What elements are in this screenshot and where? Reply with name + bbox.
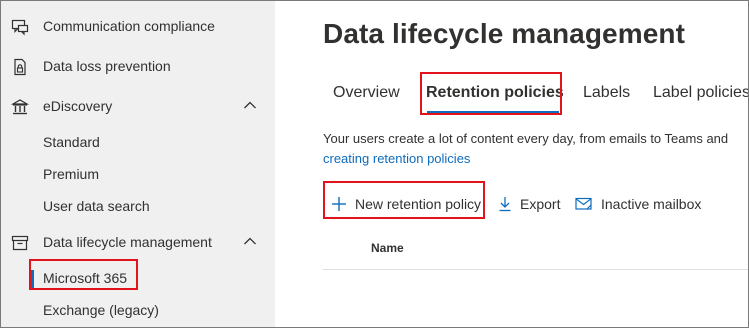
page-title: Data lifecycle management (323, 18, 685, 49)
sidebar-item-label: Communication compliance (43, 18, 215, 34)
creating-retention-policies-link[interactable]: creating retention policies (323, 151, 470, 166)
export-label: Export (520, 196, 561, 212)
tab-label-policies[interactable]: Label policies (653, 84, 748, 102)
main-content: Data lifecycle management Overview Reten… (275, 1, 748, 327)
sidebar-subitem-label: Standard (43, 134, 100, 150)
sidebar-subitem-standard[interactable]: Standard (1, 127, 275, 157)
inactive-mailbox-button[interactable]: Inactive mailbox (575, 194, 701, 214)
sidebar-item-label: Data lifecycle management (43, 234, 212, 250)
highlight-box-retention-policies (420, 72, 562, 115)
sidebar: Communication compliance Data loss preve… (1, 1, 275, 327)
highlight-box-new-retention-policy (323, 181, 485, 219)
sidebar-subitem-label: Exchange (legacy) (43, 302, 159, 318)
sidebar-subitem-exchange-legacy[interactable]: Exchange (legacy) (1, 295, 275, 325)
app-window: Communication compliance Data loss preve… (0, 0, 749, 328)
inactive-mailbox-label: Inactive mailbox (601, 196, 702, 212)
data-lifecycle-icon (11, 235, 29, 251)
mail-icon (575, 197, 592, 210)
column-header-name[interactable]: Name (371, 241, 404, 255)
sidebar-subitem-label: User data search (43, 198, 150, 214)
ediscovery-icon (11, 99, 29, 115)
chevron-up-icon[interactable] (243, 236, 257, 246)
sidebar-subitem-premium[interactable]: Premium (1, 159, 275, 189)
tab-labels[interactable]: Labels (583, 84, 630, 102)
sidebar-item-data-lifecycle-management[interactable]: Data lifecycle management (1, 226, 275, 258)
communication-compliance-icon (11, 19, 29, 36)
sidebar-item-label: Data loss prevention (43, 58, 171, 74)
table-header-divider (323, 269, 748, 270)
highlight-box-microsoft-365 (29, 259, 138, 290)
sidebar-item-label: eDiscovery (43, 98, 113, 114)
download-icon (499, 197, 511, 212)
sidebar-subitem-label: Premium (43, 166, 100, 182)
sidebar-item-ediscovery[interactable]: eDiscovery (1, 90, 275, 122)
page-description: Your users create a lot of content every… (323, 131, 729, 146)
tab-overview[interactable]: Overview (333, 84, 400, 102)
sidebar-subitem-user-data-search[interactable]: User data search (1, 191, 275, 221)
data-loss-prevention-icon (14, 58, 26, 76)
sidebar-item-data-loss-prevention[interactable]: Data loss prevention (1, 50, 275, 82)
chevron-up-icon[interactable] (243, 100, 257, 110)
export-button[interactable]: Export (498, 194, 560, 214)
sidebar-item-communication-compliance[interactable]: Communication compliance (1, 10, 275, 42)
